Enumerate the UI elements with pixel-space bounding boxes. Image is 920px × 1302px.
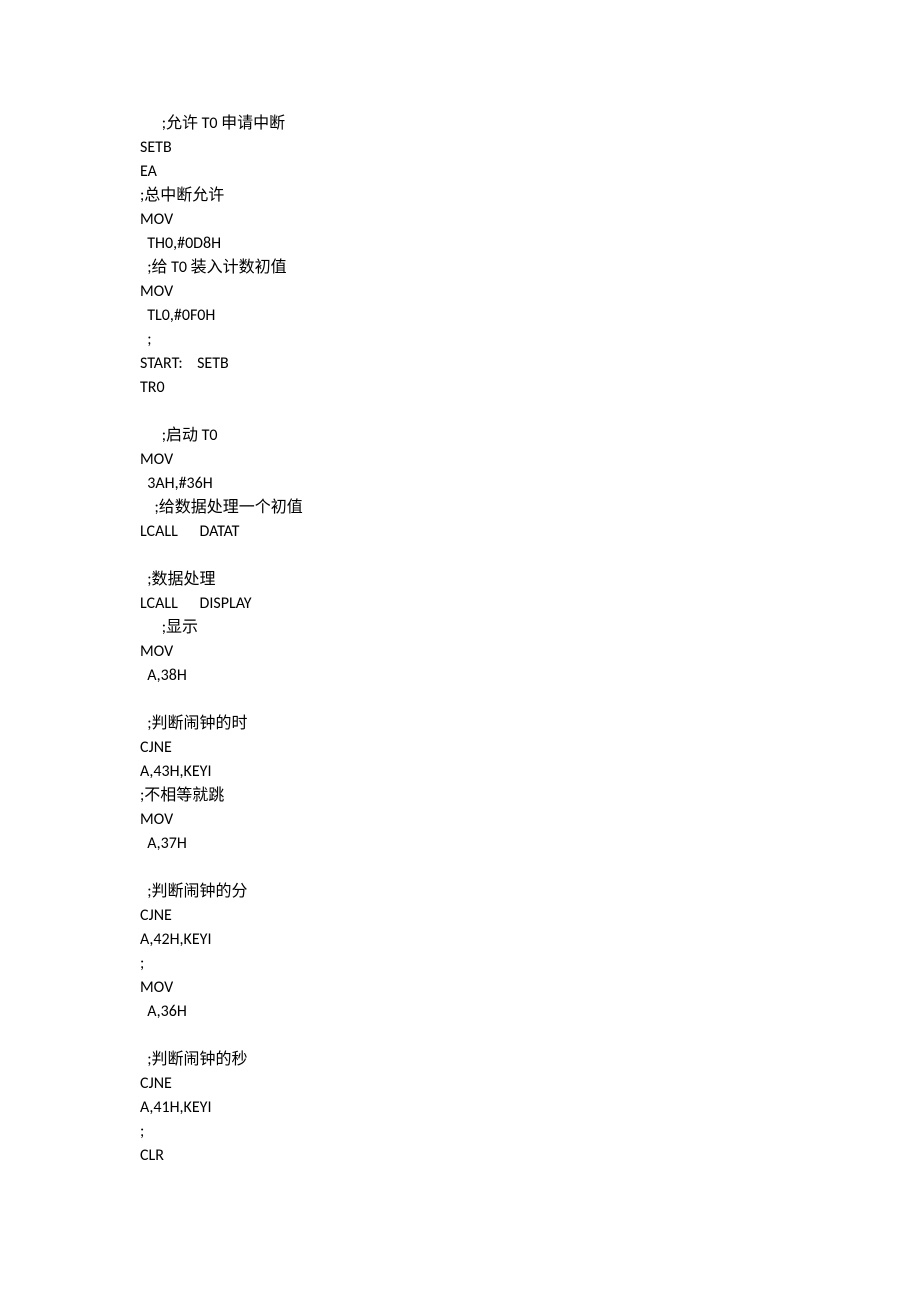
code-line: TH0,#0D8H: [140, 232, 920, 256]
code-line: ;: [140, 952, 920, 976]
code-line: MOV: [140, 208, 920, 232]
code-line: A,41H,KEYI: [140, 1096, 920, 1120]
code-line: ;不相等就跳: [140, 784, 920, 808]
code-line: LCALL DISPLAY: [140, 592, 920, 616]
code-line: A,42H,KEYI: [140, 928, 920, 952]
code-line: ;判断闹钟的时: [140, 712, 920, 736]
code-line: LCALL DATAT: [140, 520, 920, 544]
code-line: MOV: [140, 448, 920, 472]
code-line: ;: [140, 328, 920, 352]
code-line: MOV: [140, 808, 920, 832]
code-line: A,36H: [140, 1000, 920, 1024]
code-line: A,37H: [140, 832, 920, 856]
code-line: ;启动 T0: [140, 424, 920, 448]
code-line: ;显示: [140, 616, 920, 640]
code-line: ;给 T0 装入计数初值: [140, 256, 920, 280]
document-page: ;允许 T0 申请中断 SETB EA ;总中断允许 MOV TH0,#0D8H…: [0, 0, 920, 1228]
code-line: TL0,#0F0H: [140, 304, 920, 328]
code-line: [140, 688, 920, 712]
code-line: ;给数据处理一个初值: [140, 496, 920, 520]
code-line: CJNE: [140, 904, 920, 928]
code-line: ;总中断允许: [140, 184, 920, 208]
code-line: [140, 544, 920, 568]
code-line: [140, 1024, 920, 1048]
code-line: ;: [140, 1120, 920, 1144]
code-line: ;允许 T0 申请中断: [140, 112, 920, 136]
code-line: MOV: [140, 640, 920, 664]
code-line: START: SETB: [140, 352, 920, 376]
code-line: ;判断闹钟的分: [140, 880, 920, 904]
code-line: 3AH,#36H: [140, 472, 920, 496]
code-line: CJNE: [140, 1072, 920, 1096]
code-line: MOV: [140, 976, 920, 1000]
code-line: SETB: [140, 136, 920, 160]
code-line: MOV: [140, 280, 920, 304]
code-line: EA: [140, 160, 920, 184]
code-line: ;判断闹钟的秒: [140, 1048, 920, 1072]
code-line: A,38H: [140, 664, 920, 688]
code-line: [140, 856, 920, 880]
code-line: A,43H,KEYI: [140, 760, 920, 784]
code-line: [140, 400, 920, 424]
code-line: CLR: [140, 1144, 920, 1168]
code-line: CJNE: [140, 736, 920, 760]
code-line: TR0: [140, 376, 920, 400]
code-line: ;数据处理: [140, 568, 920, 592]
